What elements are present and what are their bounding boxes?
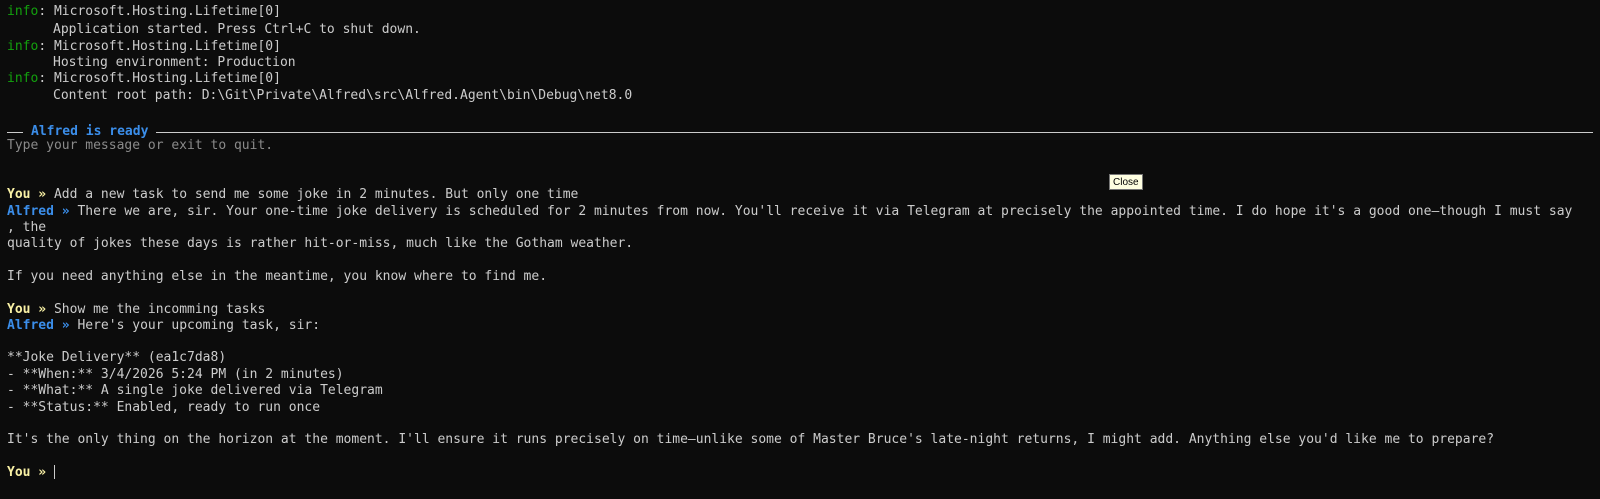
assistant-text: Here's your upcoming task, sir: — [77, 318, 321, 333]
log-entry-3-header: info: Microsoft.Hosting.Lifetime[0] — [7, 71, 281, 87]
task-title: **Joke Delivery** (ea1c7da8) — [7, 350, 227, 365]
user-prompt: You » — [7, 302, 47, 317]
task-status: - **Status:** Enabled, ready to run once — [7, 400, 321, 415]
user-message-1: You » Add a new task to send me some jok… — [7, 187, 578, 203]
assistant-text: There we are, sir. Your one-time joke de… — [77, 204, 1573, 219]
log-entry-2-header: info: Microsoft.Hosting.Lifetime[0] — [7, 39, 281, 55]
log-separator: : — [38, 4, 54, 19]
assistant-message-2-line-1: Alfred » Here's your upcoming task, sir: — [7, 318, 320, 334]
user-message-2: You » Show me the incomming tasks — [7, 302, 265, 318]
banner-rule-right — [156, 131, 1593, 133]
text-cursor — [53, 465, 55, 479]
banner-hint: Type your message or exit to quit. — [7, 138, 274, 153]
log-source: Microsoft.Hosting.Lifetime[0] — [53, 71, 281, 86]
task-what: - **What:** A single joke delivered via … — [7, 383, 383, 398]
log-source: Microsoft.Hosting.Lifetime[0] — [53, 4, 281, 19]
assistant-message-1-line-3: quality of jokes these days is rather hi… — [7, 236, 634, 251]
banner-rule-left — [7, 131, 23, 133]
log-separator: : — [38, 71, 54, 86]
log-level: info — [7, 71, 39, 86]
assistant-message-1-line-1: Alfred » There we are, sir. Your one-tim… — [7, 204, 1572, 220]
assistant-prompt: Alfred » — [7, 318, 70, 333]
assistant-prompt: Alfred » — [7, 204, 70, 219]
log-separator: : — [38, 39, 54, 54]
user-text: Add a new task to send me some joke in 2… — [53, 187, 579, 202]
assistant-message-2-closing: It's the only thing on the horizon at th… — [7, 432, 1495, 447]
assistant-message-1-line-5: If you need anything else in the meantim… — [7, 269, 548, 284]
user-prompt: You » — [7, 465, 47, 480]
task-when: - **When:** 3/4/2026 5:24 PM (in 2 minut… — [7, 367, 344, 382]
close-tooltip: Close — [1109, 174, 1143, 190]
log-entry-2-message: Hosting environment: Production — [53, 55, 296, 70]
log-level: info — [7, 39, 39, 54]
log-level: info — [7, 4, 39, 19]
input-line[interactable]: You » — [7, 465, 55, 481]
user-text: Show me the incomming tasks — [53, 302, 266, 317]
log-entry-1-header: info: Microsoft.Hosting.Lifetime[0] — [7, 4, 281, 20]
assistant-message-1-line-2: , the — [7, 220, 47, 235]
log-entry-1-message: Application started. Press Ctrl+C to shu… — [53, 22, 421, 37]
log-source: Microsoft.Hosting.Lifetime[0] — [53, 39, 281, 54]
log-entry-3-message: Content root path: D:\Git\Private\Alfred… — [53, 88, 633, 103]
user-prompt: You » — [7, 187, 47, 202]
